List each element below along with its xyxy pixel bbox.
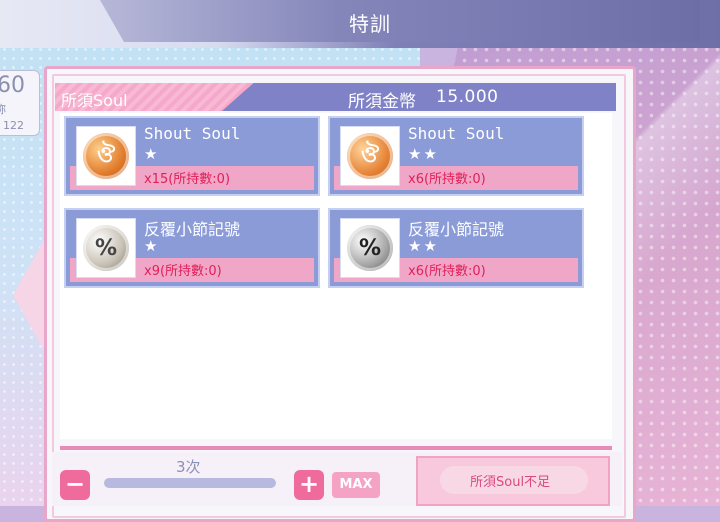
- coin-value: 15.000: [436, 87, 499, 107]
- item-stars: ★★: [408, 237, 439, 255]
- soul-label: 所須Soul: [61, 91, 128, 110]
- coin-header: [222, 83, 616, 111]
- plus-button[interactable]: +: [294, 470, 324, 500]
- repeat-sign-medal-icon: %: [347, 225, 393, 271]
- item-name: Shout Soul: [408, 124, 505, 143]
- shout-soul-bronze-medal-icon: ঔ: [83, 133, 129, 179]
- item-quantity: x15(所持數:0): [144, 172, 231, 187]
- count-label: 3次: [176, 458, 201, 476]
- shout-soul-bronze-medal-icon: ঔ: [347, 133, 393, 179]
- item-icon-frame: %: [340, 218, 400, 278]
- minus-button[interactable]: −: [60, 470, 90, 500]
- item-card[interactable]: % 反覆小節記號 ★★ x6(所持數:0): [328, 208, 584, 288]
- coin-label: 所須金幣: [348, 92, 416, 112]
- item-card[interactable]: ঔ Shout Soul ★ x15(所持數:0): [64, 116, 320, 196]
- item-icon-frame: %: [76, 218, 136, 278]
- item-stars: ★★: [408, 145, 439, 163]
- train-button-label: 所須Soul不足: [470, 475, 551, 490]
- side-card-value: 60: [0, 73, 25, 98]
- side-card-fragment: 称: [0, 103, 6, 116]
- count-slider[interactable]: [104, 478, 276, 488]
- item-icon-frame: ঔ: [76, 126, 136, 186]
- item-stars: ★: [144, 237, 160, 255]
- repeat-sign-medal-icon: %: [83, 225, 129, 271]
- item-icon-frame: ঔ: [340, 126, 400, 186]
- item-quantity: x6(所持數:0): [408, 172, 486, 187]
- item-stars: ★: [144, 145, 160, 163]
- max-button[interactable]: MAX: [332, 472, 380, 498]
- item-card[interactable]: ঔ Shout Soul ★★ x6(所持數:0): [328, 116, 584, 196]
- item-quantity: x9(所持數:0): [144, 264, 222, 279]
- page-title: 特訓: [349, 12, 391, 36]
- side-card-sub-value: 122: [3, 119, 24, 132]
- item-quantity: x6(所持數:0): [408, 264, 486, 279]
- item-card[interactable]: % 反覆小節記號 ★ x9(所持數:0): [64, 208, 320, 288]
- side-card[interactable]: 60 称 122: [0, 70, 40, 136]
- bottom-divider: [60, 446, 612, 450]
- item-name: Shout Soul: [144, 124, 241, 143]
